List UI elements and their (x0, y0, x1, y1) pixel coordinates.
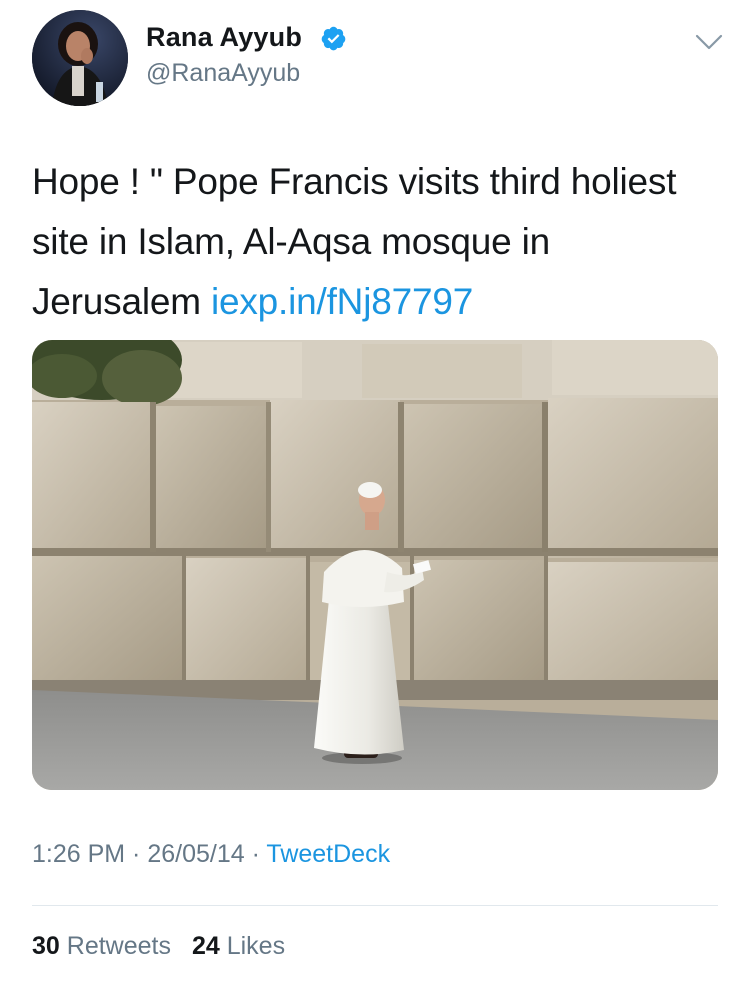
likes-count: 24 (191, 932, 220, 960)
author-handle[interactable]: @RanaAyyub (146, 59, 300, 88)
tweet-text: Hope ! " Pope Francis visits third holie… (32, 152, 722, 332)
meta-separator: · (125, 840, 148, 868)
tweet-date[interactable]: 26/05/14 (147, 840, 244, 868)
tweet-link[interactable]: iexp.in/fNj87797 (211, 281, 473, 322)
retweets-label: Retweets (66, 932, 171, 960)
tweet-photo[interactable] (32, 340, 718, 790)
tweet-stats: 30 Retweets 24 Likes (32, 932, 285, 961)
likes-label: Likes (226, 932, 286, 960)
likes-stat[interactable]: 24 Likes (192, 932, 285, 960)
divider (32, 905, 718, 906)
avatar[interactable] (32, 10, 128, 106)
meta-separator: · (244, 840, 267, 868)
tweet-time[interactable]: 1:26 PM (32, 840, 125, 868)
author-display-name[interactable]: Rana Ayyub (146, 22, 302, 53)
chevron-down-icon[interactable] (694, 30, 724, 54)
retweets-stat[interactable]: 30 Retweets (32, 932, 171, 960)
tweet-card: Rana Ayyub @RanaAyyub Hope ! " Pope Fran… (0, 0, 750, 991)
verified-badge-icon (321, 26, 346, 51)
tweet-meta: 1:26 PM · 26/05/14 · TweetDeck (32, 840, 390, 869)
retweets-count: 30 (32, 932, 60, 960)
tweet-source-link[interactable]: TweetDeck (266, 840, 390, 868)
